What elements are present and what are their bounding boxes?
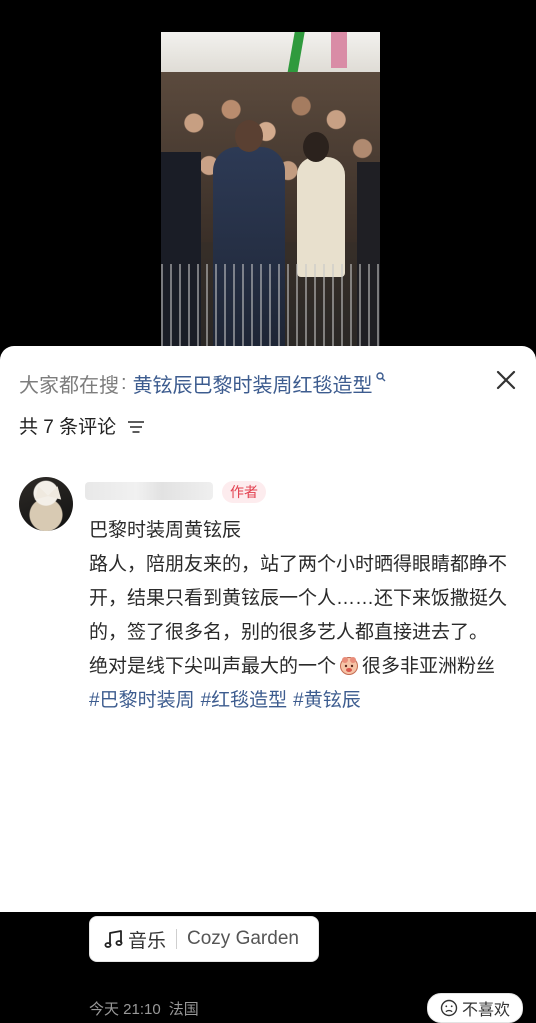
hashtag-link[interactable]: #黄铉辰 bbox=[293, 690, 361, 711]
suggested-search-prefix: 大家都在搜 bbox=[19, 374, 119, 397]
suggested-search-term[interactable]: 黄铉辰巴黎时装周红毯造型 bbox=[133, 369, 373, 398]
search-icon bbox=[375, 372, 386, 382]
author-badge: 作者 bbox=[222, 481, 266, 503]
avatar[interactable] bbox=[19, 477, 73, 531]
dislike-button[interactable]: 不喜欢 bbox=[427, 993, 523, 1023]
username-blurred[interactable] bbox=[85, 482, 213, 500]
comment-paragraph: 绝对是线下尖叫声最大的一个 很多非亚洲粉丝 bbox=[89, 656, 496, 677]
pink-flag bbox=[331, 32, 347, 68]
video-frame bbox=[161, 32, 380, 350]
video-player[interactable] bbox=[0, 0, 536, 350]
emoji-icon bbox=[340, 657, 359, 675]
comment-item: 作者 巴黎时装周黄铉辰 路人，陪朋友来的，站了两个小时晒得眼睛都睁不开，结果只看… bbox=[0, 460, 536, 1023]
comment-location: 法国 bbox=[168, 1001, 199, 1018]
comment-paragraph: 路人，陪朋友来的，站了两个小时晒得眼睛都睁不开，结果只看到黄铉辰一个人……还下来… bbox=[89, 554, 508, 643]
comment-paragraph: 巴黎时装周黄铉辰 bbox=[89, 520, 242, 541]
hashtag-link[interactable]: #巴黎时装周 bbox=[89, 690, 195, 711]
comment-count: 共 7 条评论 bbox=[19, 416, 117, 438]
hashtag-list: #巴黎时装周 #红毯造型 #黄铉辰 bbox=[89, 684, 525, 718]
music-note-icon bbox=[104, 930, 123, 948]
comments-sheet: 大家都在搜 : 黄铉辰巴黎时装周红毯造型 共 7 条评论 作者 巴黎时装周黄铉辰… bbox=[0, 346, 536, 1023]
music-label: 音乐 bbox=[128, 930, 167, 952]
dislike-label: 不喜欢 bbox=[461, 1002, 510, 1019]
comment-meta: 今天 21:10 法国 bbox=[89, 998, 207, 1019]
music-title: Cozy Garden bbox=[187, 928, 299, 949]
comment-text[interactable]: 巴黎时装周黄铉辰 路人，陪朋友来的，站了两个小时晒得眼睛都睁不开，结果只看到黄铉… bbox=[89, 514, 525, 718]
person-jacket bbox=[297, 157, 345, 277]
divider bbox=[176, 929, 178, 949]
suggested-search-colon: : bbox=[121, 371, 127, 394]
sort-icon[interactable] bbox=[127, 420, 145, 434]
comment-time: 今天 21:10 bbox=[89, 1001, 161, 1018]
barrier-fence bbox=[161, 264, 380, 350]
music-card[interactable]: 音乐 Cozy Garden bbox=[89, 916, 319, 962]
sad-face-icon bbox=[440, 999, 458, 1017]
suggested-search[interactable]: 大家都在搜 : 黄铉辰巴黎时装周红毯造型 bbox=[19, 368, 386, 398]
close-icon[interactable] bbox=[492, 366, 520, 394]
comment-count-sort[interactable]: 共 7 条评论 bbox=[19, 412, 145, 438]
hashtag-link[interactable]: #红毯造型 bbox=[201, 690, 288, 711]
